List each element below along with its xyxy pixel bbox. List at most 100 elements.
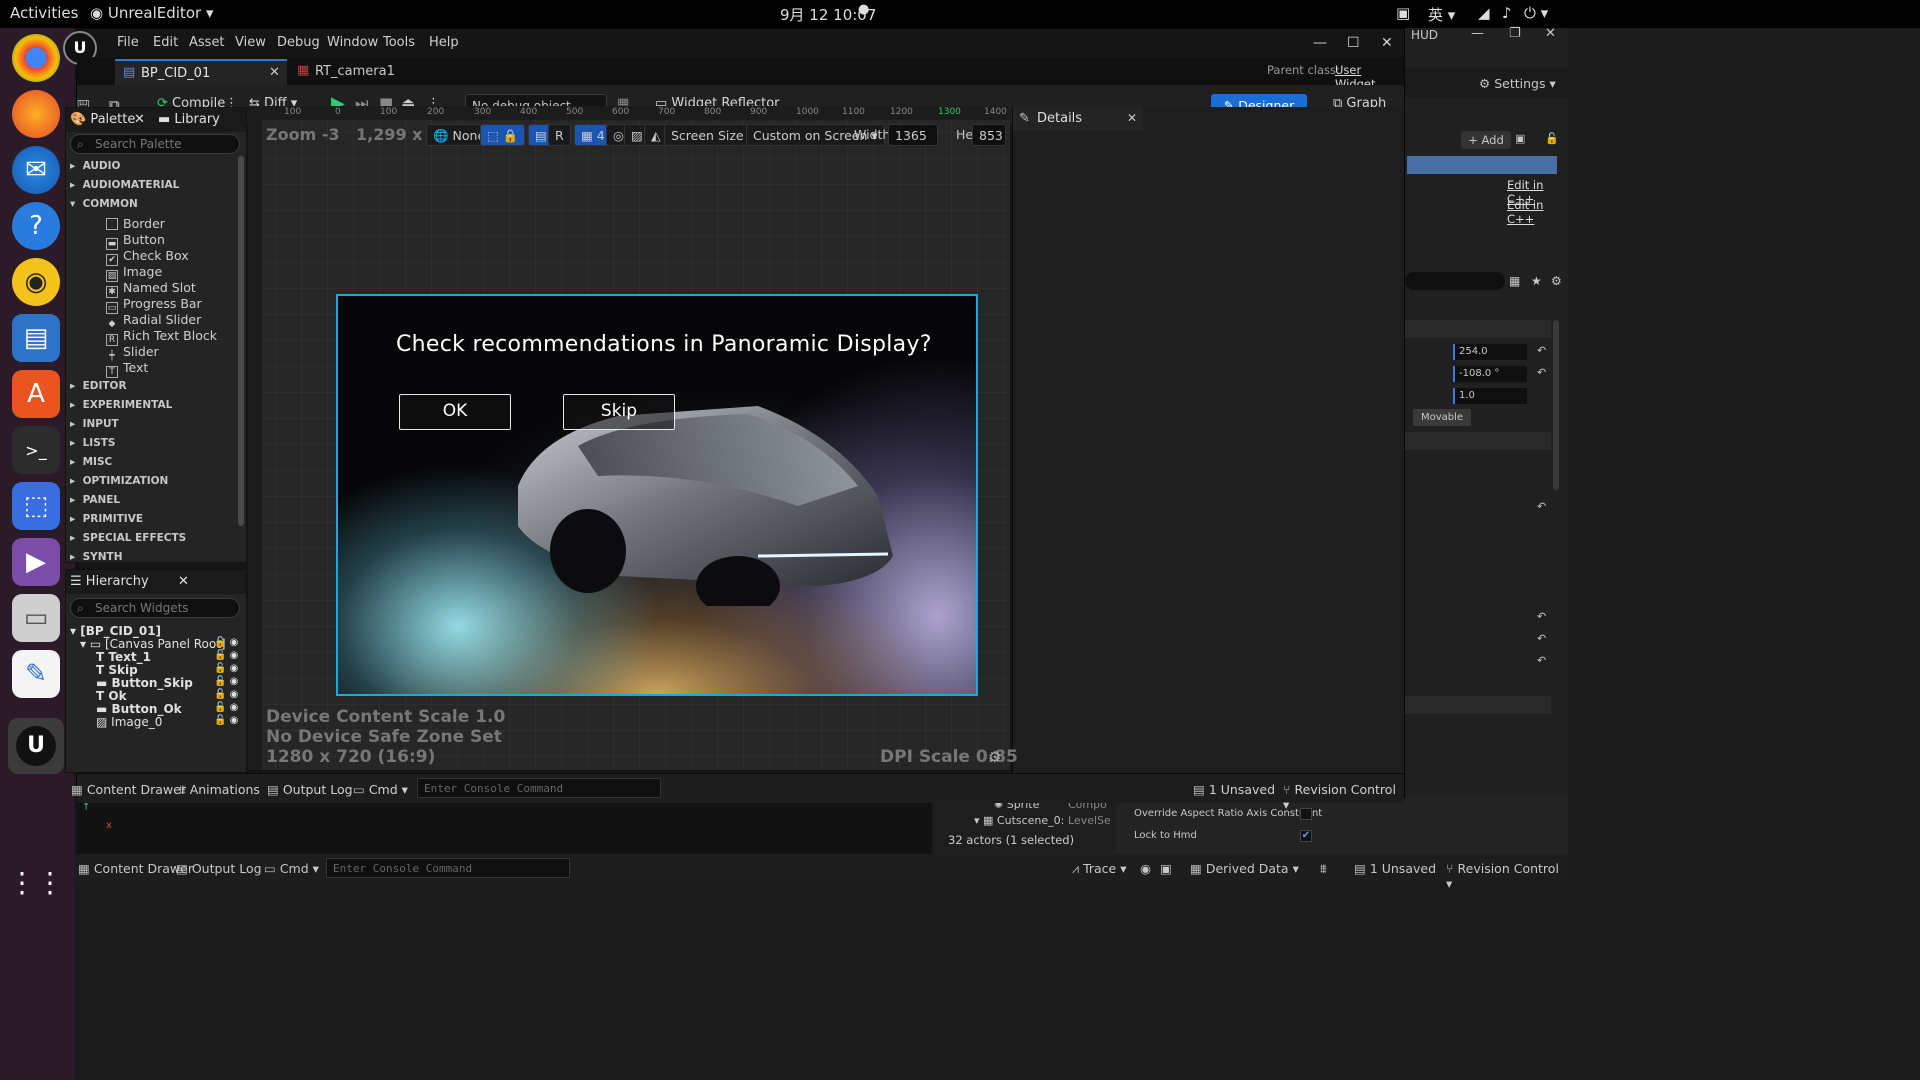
tab-close-icon[interactable]: ✕: [269, 65, 280, 80]
outer-cmd-dropdown[interactable]: ▭ Cmd ▾: [264, 861, 319, 876]
details-scrollbar[interactable]: [1553, 320, 1559, 490]
menu-file[interactable]: File: [117, 35, 139, 50]
details-search-input[interactable]: [1405, 272, 1505, 290]
lock-visibility-icons[interactable]: 🔓 ◉: [214, 676, 238, 687]
lock-to-hmd-checkbox[interactable]: ✔: [1300, 830, 1312, 842]
edit-in-cpp-link-2[interactable]: Edit in C++: [1507, 198, 1568, 226]
show-apps-icon[interactable]: ⋮⋮: [8, 858, 64, 906]
record-icon[interactable]: ◉: [1140, 861, 1151, 876]
outer-console-input[interactable]: Enter Console Command: [326, 858, 570, 878]
tab-bp-cid-01[interactable]: ▤ BP_CID_01 ✕: [115, 59, 287, 85]
category-audiomaterial[interactable]: ▸ AUDIOMATERIAL: [70, 179, 179, 191]
height-input[interactable]: 853: [972, 124, 1006, 146]
menu-view[interactable]: View: [235, 35, 266, 50]
scale-field[interactable]: 1.0: [1453, 388, 1527, 404]
screenshot-icon[interactable]: ⬚: [12, 482, 60, 530]
category-panel[interactable]: ▸ PANEL: [70, 494, 120, 506]
menu-edit[interactable]: Edit: [153, 35, 178, 50]
lock-visibility-icons[interactable]: 🔓 ◉: [214, 637, 238, 648]
writer-icon[interactable]: ▤: [12, 314, 60, 362]
camera-icon[interactable]: ▣: [1160, 861, 1172, 876]
volume-icon[interactable]: ♪: [1502, 4, 1512, 22]
app-menu[interactable]: ◉ UnrealEditor ▾: [90, 4, 213, 22]
category-primitive[interactable]: ▸ PRIMITIVE: [70, 513, 143, 525]
mobility-movable-button[interactable]: Movable: [1413, 409, 1471, 426]
menu-debug[interactable]: Debug: [277, 35, 320, 50]
dpi-settings-gear-icon[interactable]: ⚙: [988, 748, 1001, 766]
unreal-engine-icon[interactable]: U: [8, 718, 64, 774]
reset-icon[interactable]: ↶: [1537, 610, 1546, 623]
rhythmbox-icon[interactable]: ◉: [12, 258, 60, 306]
restore-icon[interactable]: ❐: [1509, 26, 1521, 41]
reset-icon[interactable]: ↶: [1537, 654, 1546, 667]
category-special-effects[interactable]: ▸ SPECIAL EFFECTS: [70, 532, 186, 544]
details-settings-icon[interactable]: ⚙: [1551, 274, 1562, 288]
hierarchy-search-input[interactable]: ⌕ Search Widgets: [70, 598, 240, 618]
hierarchy-skip[interactable]: T Skip: [96, 663, 138, 677]
category-audio[interactable]: ▸ AUDIO: [70, 160, 120, 172]
settings-button[interactable]: ⚙ Settings ▾: [1479, 76, 1556, 91]
wifi-icon[interactable]: ◢: [1478, 4, 1490, 22]
category-editor[interactable]: ▸ EDITOR: [70, 380, 127, 392]
hierarchy-button-skip[interactable]: ▬ Button_Skip: [96, 676, 193, 690]
animations-button[interactable]: ⩩ Animations: [179, 782, 260, 798]
hierarchy-ok[interactable]: T Ok: [96, 689, 127, 703]
hierarchy-text-1[interactable]: T Text_1: [96, 650, 151, 664]
hierarchy-button-ok[interactable]: ▬ Button_Ok: [96, 702, 182, 716]
window-maximize-icon[interactable]: ☐: [1347, 35, 1360, 51]
category-synth[interactable]: ▸ SYNTH: [70, 551, 123, 563]
category-lists[interactable]: ▸ LISTS: [70, 437, 115, 449]
palette-close-icon[interactable]: ✕: [134, 112, 145, 127]
category-common[interactable]: ▾ COMMON: [70, 198, 138, 210]
category-experimental[interactable]: ▸ EXPERIMENTAL: [70, 399, 172, 411]
hierarchy-root[interactable]: ▾ [BP_CID_01]: [70, 624, 161, 638]
tab-rt-camera1[interactable]: ▦ RT_camera1: [289, 59, 449, 85]
table-view-icon[interactable]: ▦: [1509, 274, 1520, 288]
hierarchy-canvas-panel[interactable]: ▾ ▭ [Canvas Panel Root]: [80, 637, 226, 651]
menu-tools[interactable]: Tools: [383, 35, 415, 50]
help-icon[interactable]: ?: [12, 202, 60, 250]
toggle-r-button[interactable]: R: [548, 124, 571, 146]
window-close-icon[interactable]: ✕: [1381, 35, 1393, 51]
lock-icon[interactable]: 🔓: [1545, 132, 1559, 145]
location-x-field[interactable]: 254.0: [1453, 344, 1527, 360]
category-optimization[interactable]: ▸ OPTIMIZATION: [70, 475, 168, 487]
favorite-star-icon[interactable]: ★: [1531, 274, 1542, 288]
lock-visibility-icons[interactable]: 🔓 ◉: [214, 715, 238, 726]
close-icon[interactable]: ✕: [1545, 26, 1556, 41]
minimize-icon[interactable]: —: [1471, 26, 1484, 41]
skip-button[interactable]: Skip: [563, 394, 675, 430]
lock-visibility-icons[interactable]: 🔓 ◉: [214, 663, 238, 674]
ok-button[interactable]: OK: [399, 394, 511, 430]
reset-icon[interactable]: ↶: [1537, 632, 1546, 645]
palette-scrollbar[interactable]: [238, 156, 244, 526]
stats-icon[interactable]: ⩩: [1320, 861, 1327, 877]
details-close-icon[interactable]: ✕: [1127, 111, 1137, 125]
palette-search-input[interactable]: ⌕ Search Palette: [70, 134, 240, 154]
app-center-icon[interactable]: A: [12, 370, 60, 418]
content-drawer-button[interactable]: ▦ Content Drawer: [71, 782, 186, 797]
thunderbird-icon[interactable]: ✉: [12, 146, 60, 194]
category-misc[interactable]: ▸ MISC: [70, 456, 112, 468]
lock-visibility-icons[interactable]: 🔓 ◉: [214, 689, 238, 700]
rotation-field[interactable]: -108.0 °: [1453, 366, 1527, 382]
cmd-dropdown[interactable]: ▭ Cmd ▾: [353, 782, 408, 797]
transform-mode-button[interactable]: ⬚ 🔒: [480, 124, 526, 146]
lock-visibility-icons[interactable]: 🔓 ◉: [214, 702, 238, 713]
screen-record-icon[interactable]: ▣: [1396, 4, 1410, 22]
console-command-input[interactable]: Enter Console Command: [417, 778, 661, 798]
hierarchy-image-0[interactable]: ▨ Image_0: [96, 715, 162, 729]
terminal-icon[interactable]: >_: [12, 426, 60, 474]
width-input[interactable]: 1365: [888, 124, 938, 146]
reset-icon[interactable]: ↶: [1537, 344, 1546, 357]
output-log-button[interactable]: ▤ Output Log: [267, 782, 353, 797]
window-minimize-icon[interactable]: —: [1313, 35, 1327, 51]
hierarchy-tab[interactable]: ☰ Hierarchy: [70, 574, 149, 589]
add-button[interactable]: + Add: [1461, 131, 1511, 149]
hierarchy-close-icon[interactable]: ✕: [178, 574, 189, 589]
lock-visibility-icons[interactable]: 🔓 ◉: [214, 650, 238, 661]
menu-asset[interactable]: Asset: [189, 35, 225, 50]
reset-icon[interactable]: ↶: [1537, 500, 1546, 513]
outer-unsaved-button[interactable]: ▤ 1 Unsaved: [1354, 861, 1436, 876]
trace-dropdown[interactable]: ⩘ Trace ▾: [1072, 861, 1126, 877]
